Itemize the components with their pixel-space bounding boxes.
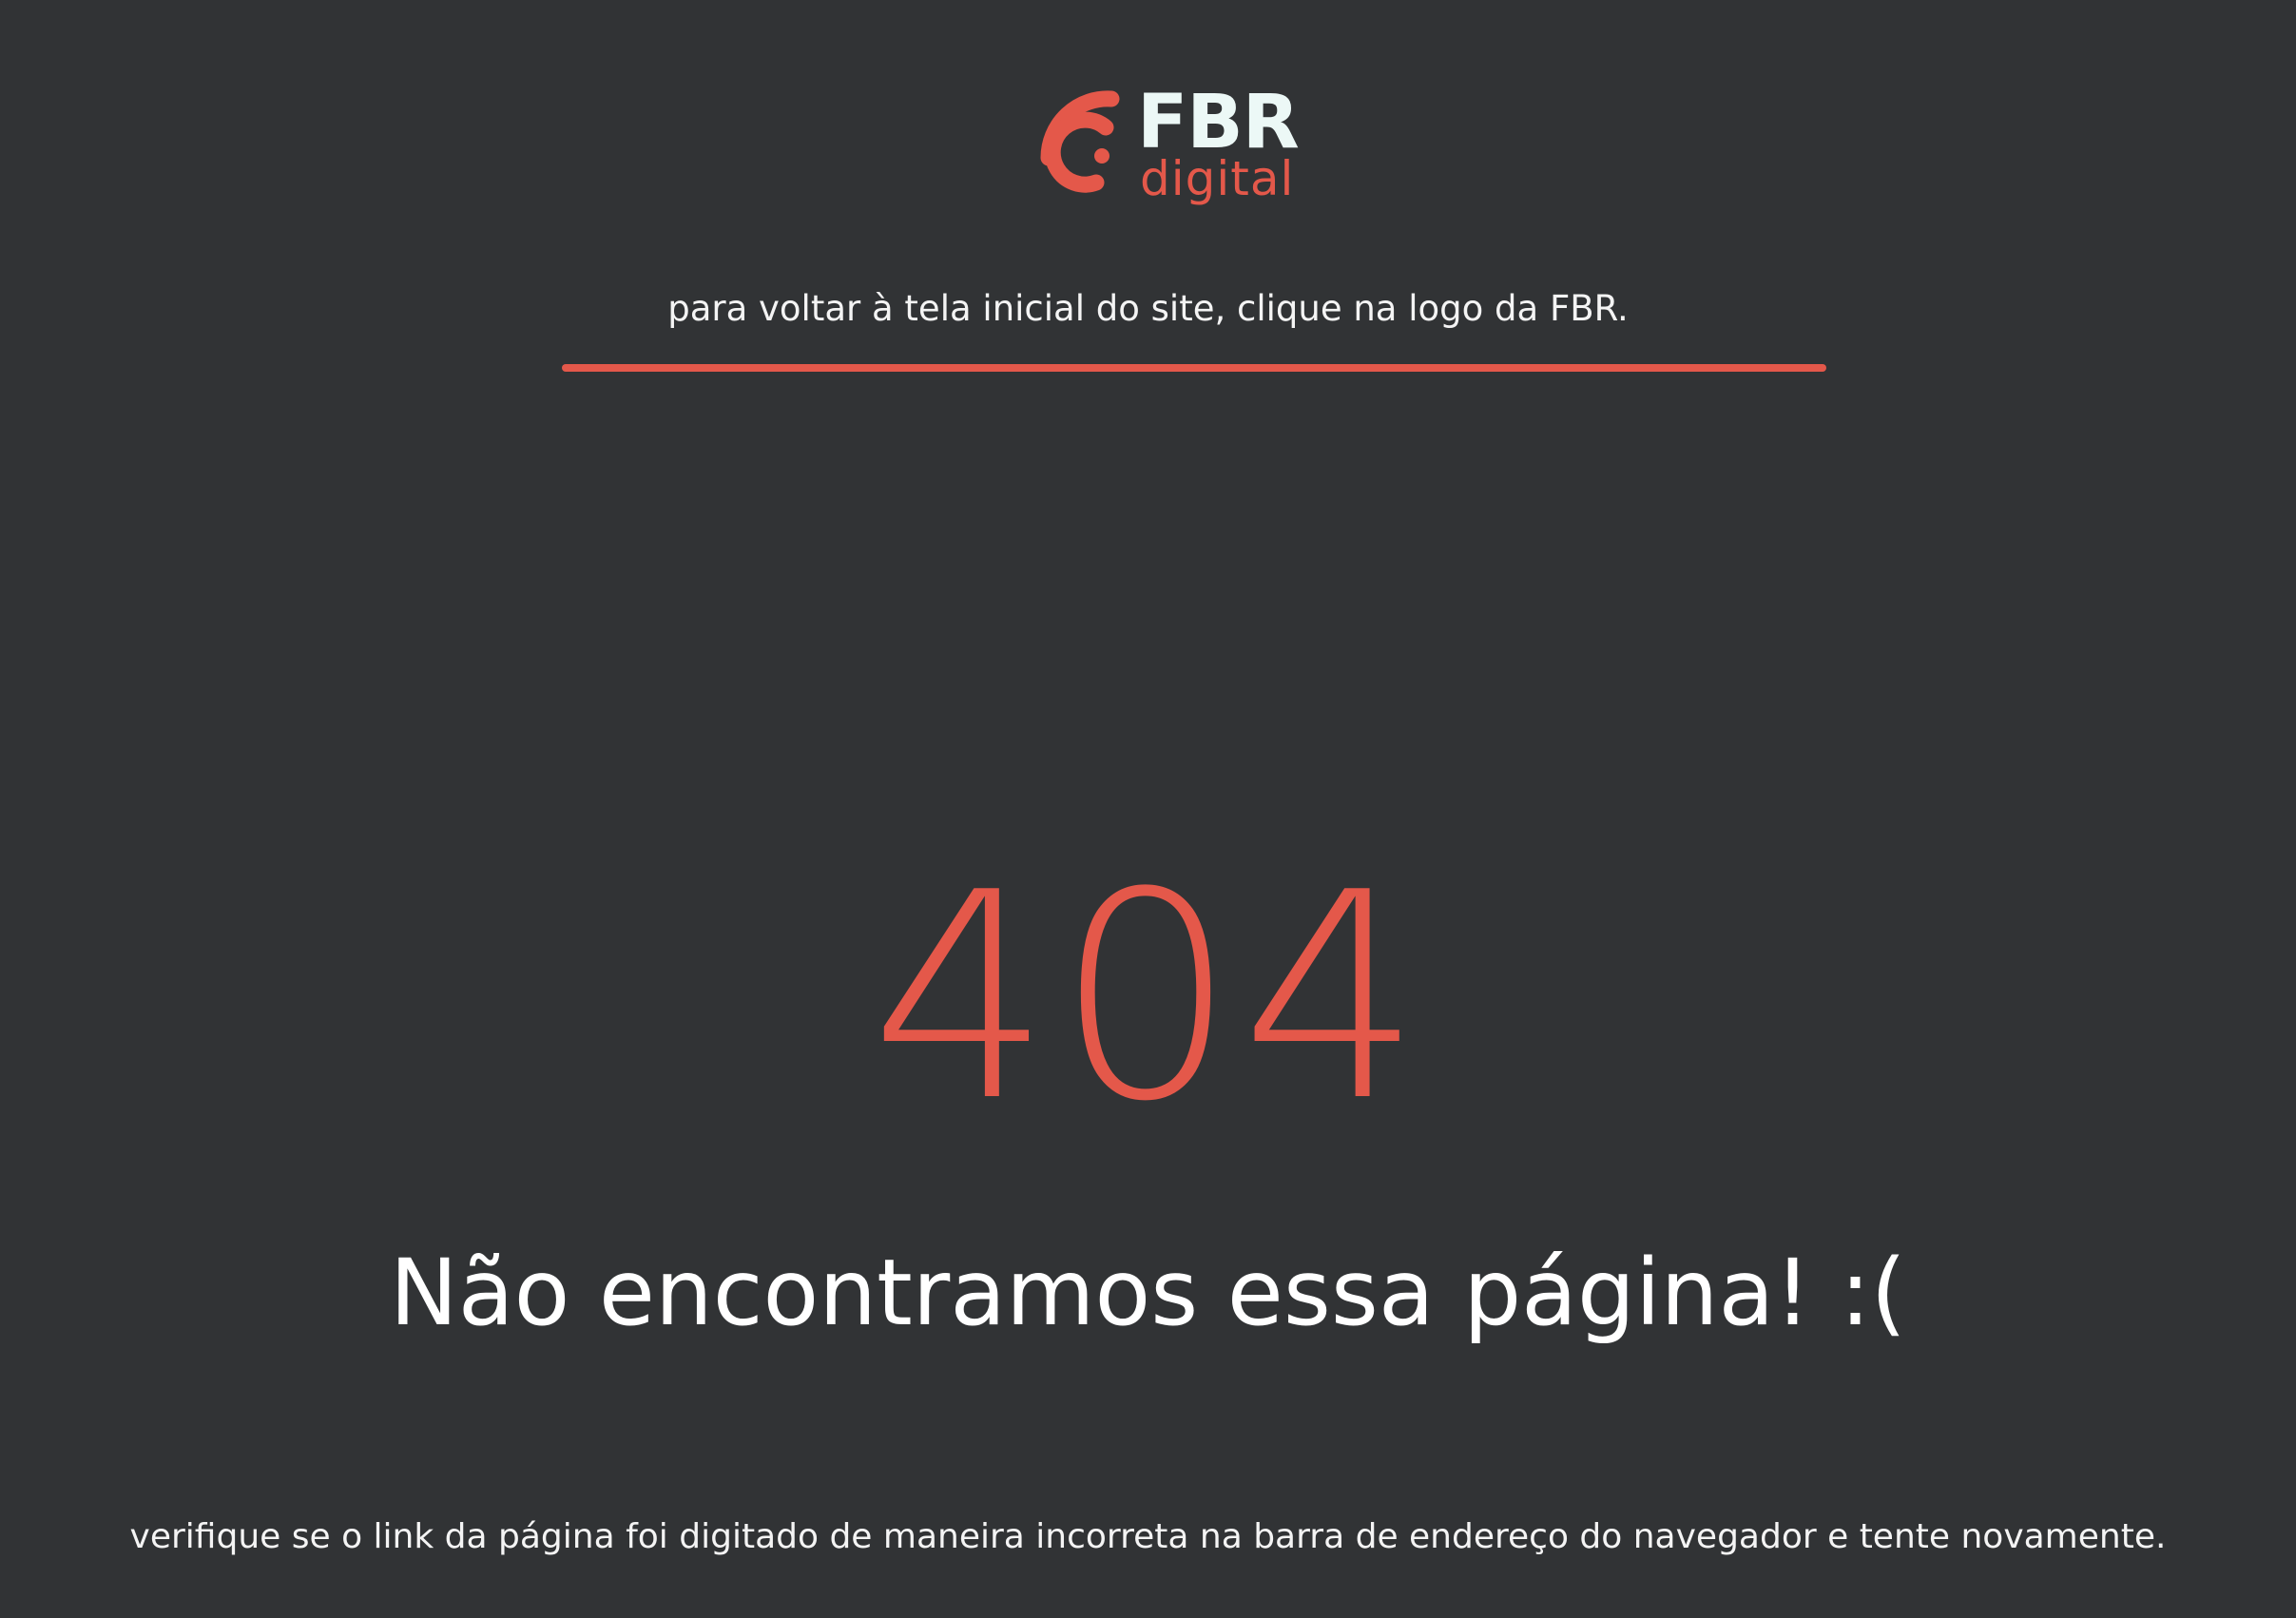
logo-sub-text: digital: [1140, 151, 1295, 206]
home-hint-text: para voltar à tela inicial do site, cliq…: [667, 288, 1629, 329]
error-code: 404: [870, 832, 1426, 1164]
fbr-signal-icon: [1040, 90, 1120, 193]
home-logo-link[interactable]: FBR digital: [1037, 84, 1303, 207]
error-note-text: verifique se o link da página foi digita…: [129, 1517, 2167, 1556]
divider-line: [562, 364, 1826, 372]
error-heading: Não encontramos essa página! :(: [389, 1240, 1907, 1346]
